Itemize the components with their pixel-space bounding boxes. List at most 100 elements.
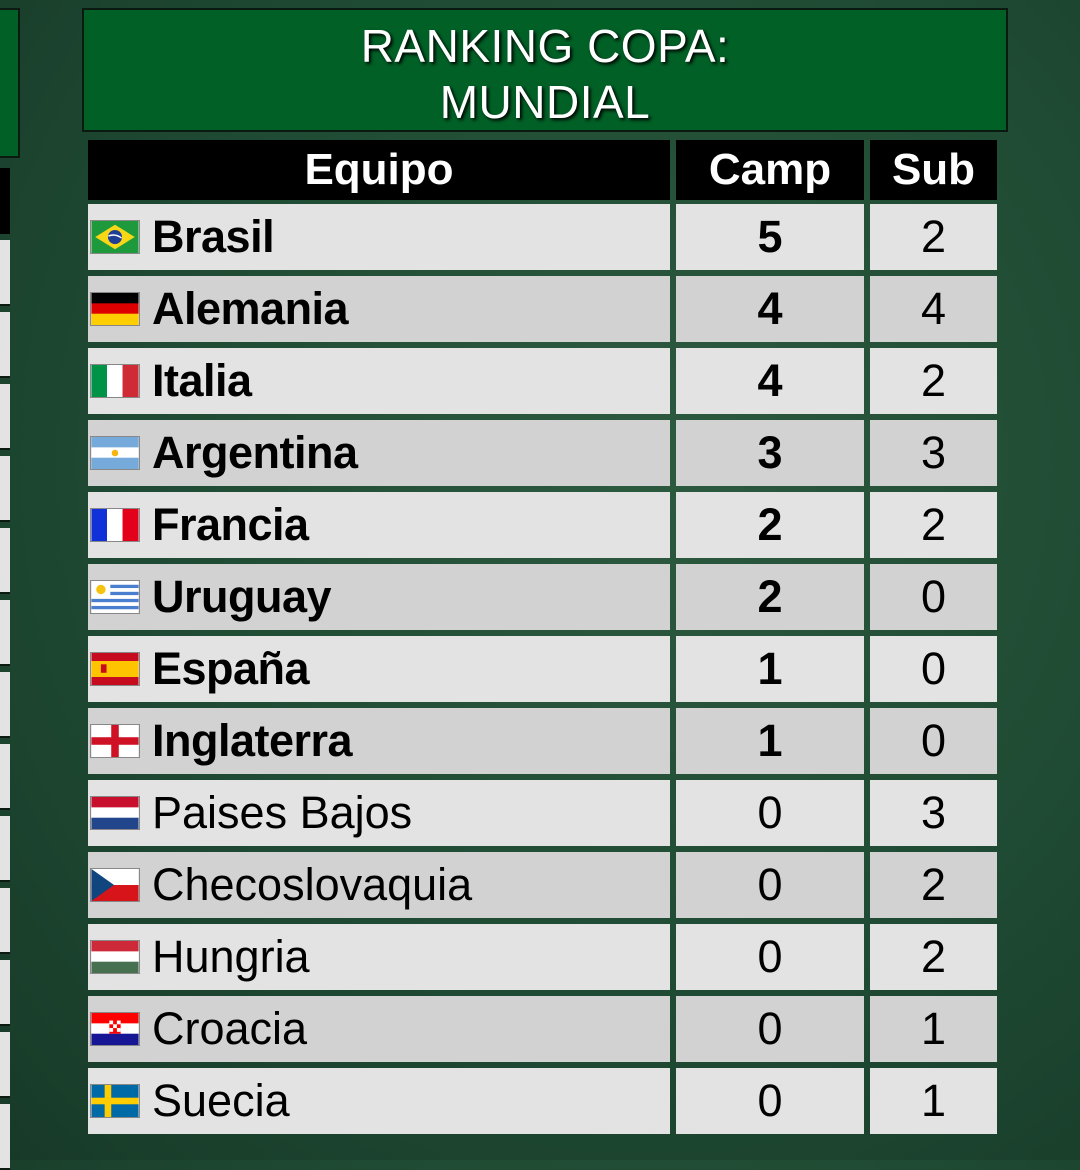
sub-count: 2 — [920, 355, 947, 406]
table-row: Uruguay 2 0 — [88, 564, 998, 636]
sub-cell: 0 — [870, 636, 997, 702]
table-row: Alemania 4 4 — [88, 276, 998, 348]
left-panel-row-fragment — [0, 744, 10, 810]
argentina-flag-icon — [90, 436, 140, 470]
sweden-flag-icon — [90, 1084, 140, 1118]
champ-cell: 3 — [676, 420, 864, 486]
left-panel-header-fragment — [0, 168, 10, 234]
left-panel-row-fragment — [0, 960, 10, 1026]
champ-count: 4 — [757, 283, 783, 334]
sub-cell: 2 — [870, 204, 997, 270]
champ-count: 2 — [757, 571, 783, 622]
sub-cell: 3 — [870, 780, 997, 846]
ranking-title: RANKING COPA: MUNDIAL — [82, 8, 1008, 132]
team-name: Argentina — [152, 427, 358, 478]
croatia-flag-icon — [90, 1012, 140, 1046]
left-panel-row-fragment — [0, 456, 10, 522]
sub-cell: 4 — [870, 276, 997, 342]
team-cell: Alemania — [88, 276, 670, 342]
team-cell: Italia — [88, 348, 670, 414]
team-name: Suecia — [152, 1075, 290, 1126]
left-panel-fragment — [0, 8, 20, 158]
left-panel-row-fragment — [0, 384, 10, 450]
table-row: Brasil 5 2 — [88, 204, 998, 276]
team-name: Alemania — [152, 283, 349, 334]
sub-cell: 2 — [870, 924, 997, 990]
table-row: Croacia 0 1 — [88, 996, 998, 1068]
team-name: Francia — [152, 499, 309, 550]
hungary-flag-icon — [90, 940, 140, 974]
sub-count: 0 — [920, 715, 947, 766]
champ-cell: 0 — [676, 924, 864, 990]
champ-cell: 1 — [676, 636, 864, 702]
champ-count: 1 — [757, 643, 783, 694]
champ-cell: 0 — [676, 1068, 864, 1134]
sub-count: 1 — [920, 1075, 947, 1126]
team-cell: Hungria — [88, 924, 670, 990]
team-cell: Uruguay — [88, 564, 670, 630]
spain-flag-icon — [90, 652, 140, 686]
sub-count: 1 — [920, 1003, 947, 1054]
table-row: Hungria 0 2 — [88, 924, 998, 996]
champ-cell: 5 — [676, 204, 864, 270]
ranking-table: Equipo Camp Sub Brasil 5 2 Alemania 4 4 Italia… — [88, 140, 998, 1140]
left-panel-row-fragment — [0, 528, 10, 594]
left-panel-row-fragment — [0, 1032, 10, 1098]
netherlands-flag-icon — [90, 796, 140, 830]
champ-cell: 0 — [676, 780, 864, 846]
sub-count: 0 — [920, 643, 947, 694]
left-panel-row-fragment — [0, 240, 10, 306]
table-header-row: Equipo Camp Sub — [88, 140, 998, 204]
table-row: Francia 2 2 — [88, 492, 998, 564]
team-cell: Inglaterra — [88, 708, 670, 774]
team-cell: Suecia — [88, 1068, 670, 1134]
champ-count: 3 — [757, 427, 783, 478]
champ-count: 0 — [757, 787, 783, 838]
team-cell: Paises Bajos — [88, 780, 670, 846]
team-cell: Argentina — [88, 420, 670, 486]
sub-count: 2 — [920, 931, 947, 982]
table-row: Italia 4 2 — [88, 348, 998, 420]
champ-count: 5 — [757, 211, 783, 262]
czechoslovakia-flag-icon — [90, 868, 140, 902]
left-panel-row-fragment — [0, 816, 10, 882]
team-name: España — [152, 643, 310, 694]
germany-flag-icon — [90, 292, 140, 326]
sub-count: 2 — [920, 211, 947, 262]
sub-cell: 1 — [870, 1068, 997, 1134]
header-team: Equipo — [88, 140, 670, 200]
champ-cell: 1 — [676, 708, 864, 774]
left-panel-row-fragment — [0, 888, 10, 954]
team-name: Croacia — [152, 1003, 308, 1054]
team-cell: Croacia — [88, 996, 670, 1062]
sub-cell: 3 — [870, 420, 997, 486]
brazil-flag-icon — [90, 220, 140, 254]
team-cell: Brasil — [88, 204, 670, 270]
team-name: Checoslovaquia — [152, 859, 473, 910]
table-row: Inglaterra 1 0 — [88, 708, 998, 780]
sub-cell: 2 — [870, 492, 997, 558]
team-cell: Francia — [88, 492, 670, 558]
left-panel-row-fragment — [0, 672, 10, 738]
left-panel-row-fragment — [0, 600, 10, 666]
champ-cell: 2 — [676, 564, 864, 630]
team-cell: Checoslovaquia — [88, 852, 670, 918]
table-row: Paises Bajos 0 3 — [88, 780, 998, 852]
table-row: Suecia 0 1 — [88, 1068, 998, 1140]
champ-count: 1 — [757, 715, 783, 766]
sub-cell: 2 — [870, 852, 997, 918]
table-row: Checoslovaquia 0 2 — [88, 852, 998, 924]
sub-count: 4 — [920, 283, 947, 334]
sub-cell: 0 — [870, 564, 997, 630]
left-panel-row-fragment — [0, 312, 10, 378]
sub-count: 0 — [920, 571, 947, 622]
champ-count: 0 — [757, 1003, 783, 1054]
sub-cell: 2 — [870, 348, 997, 414]
sub-count: 3 — [920, 787, 947, 838]
team-name: Paises Bajos — [152, 787, 413, 838]
champ-count: 2 — [757, 499, 783, 550]
champ-cell: 0 — [676, 852, 864, 918]
england-flag-icon — [90, 724, 140, 758]
champ-cell: 0 — [676, 996, 864, 1062]
sub-cell: 1 — [870, 996, 997, 1062]
